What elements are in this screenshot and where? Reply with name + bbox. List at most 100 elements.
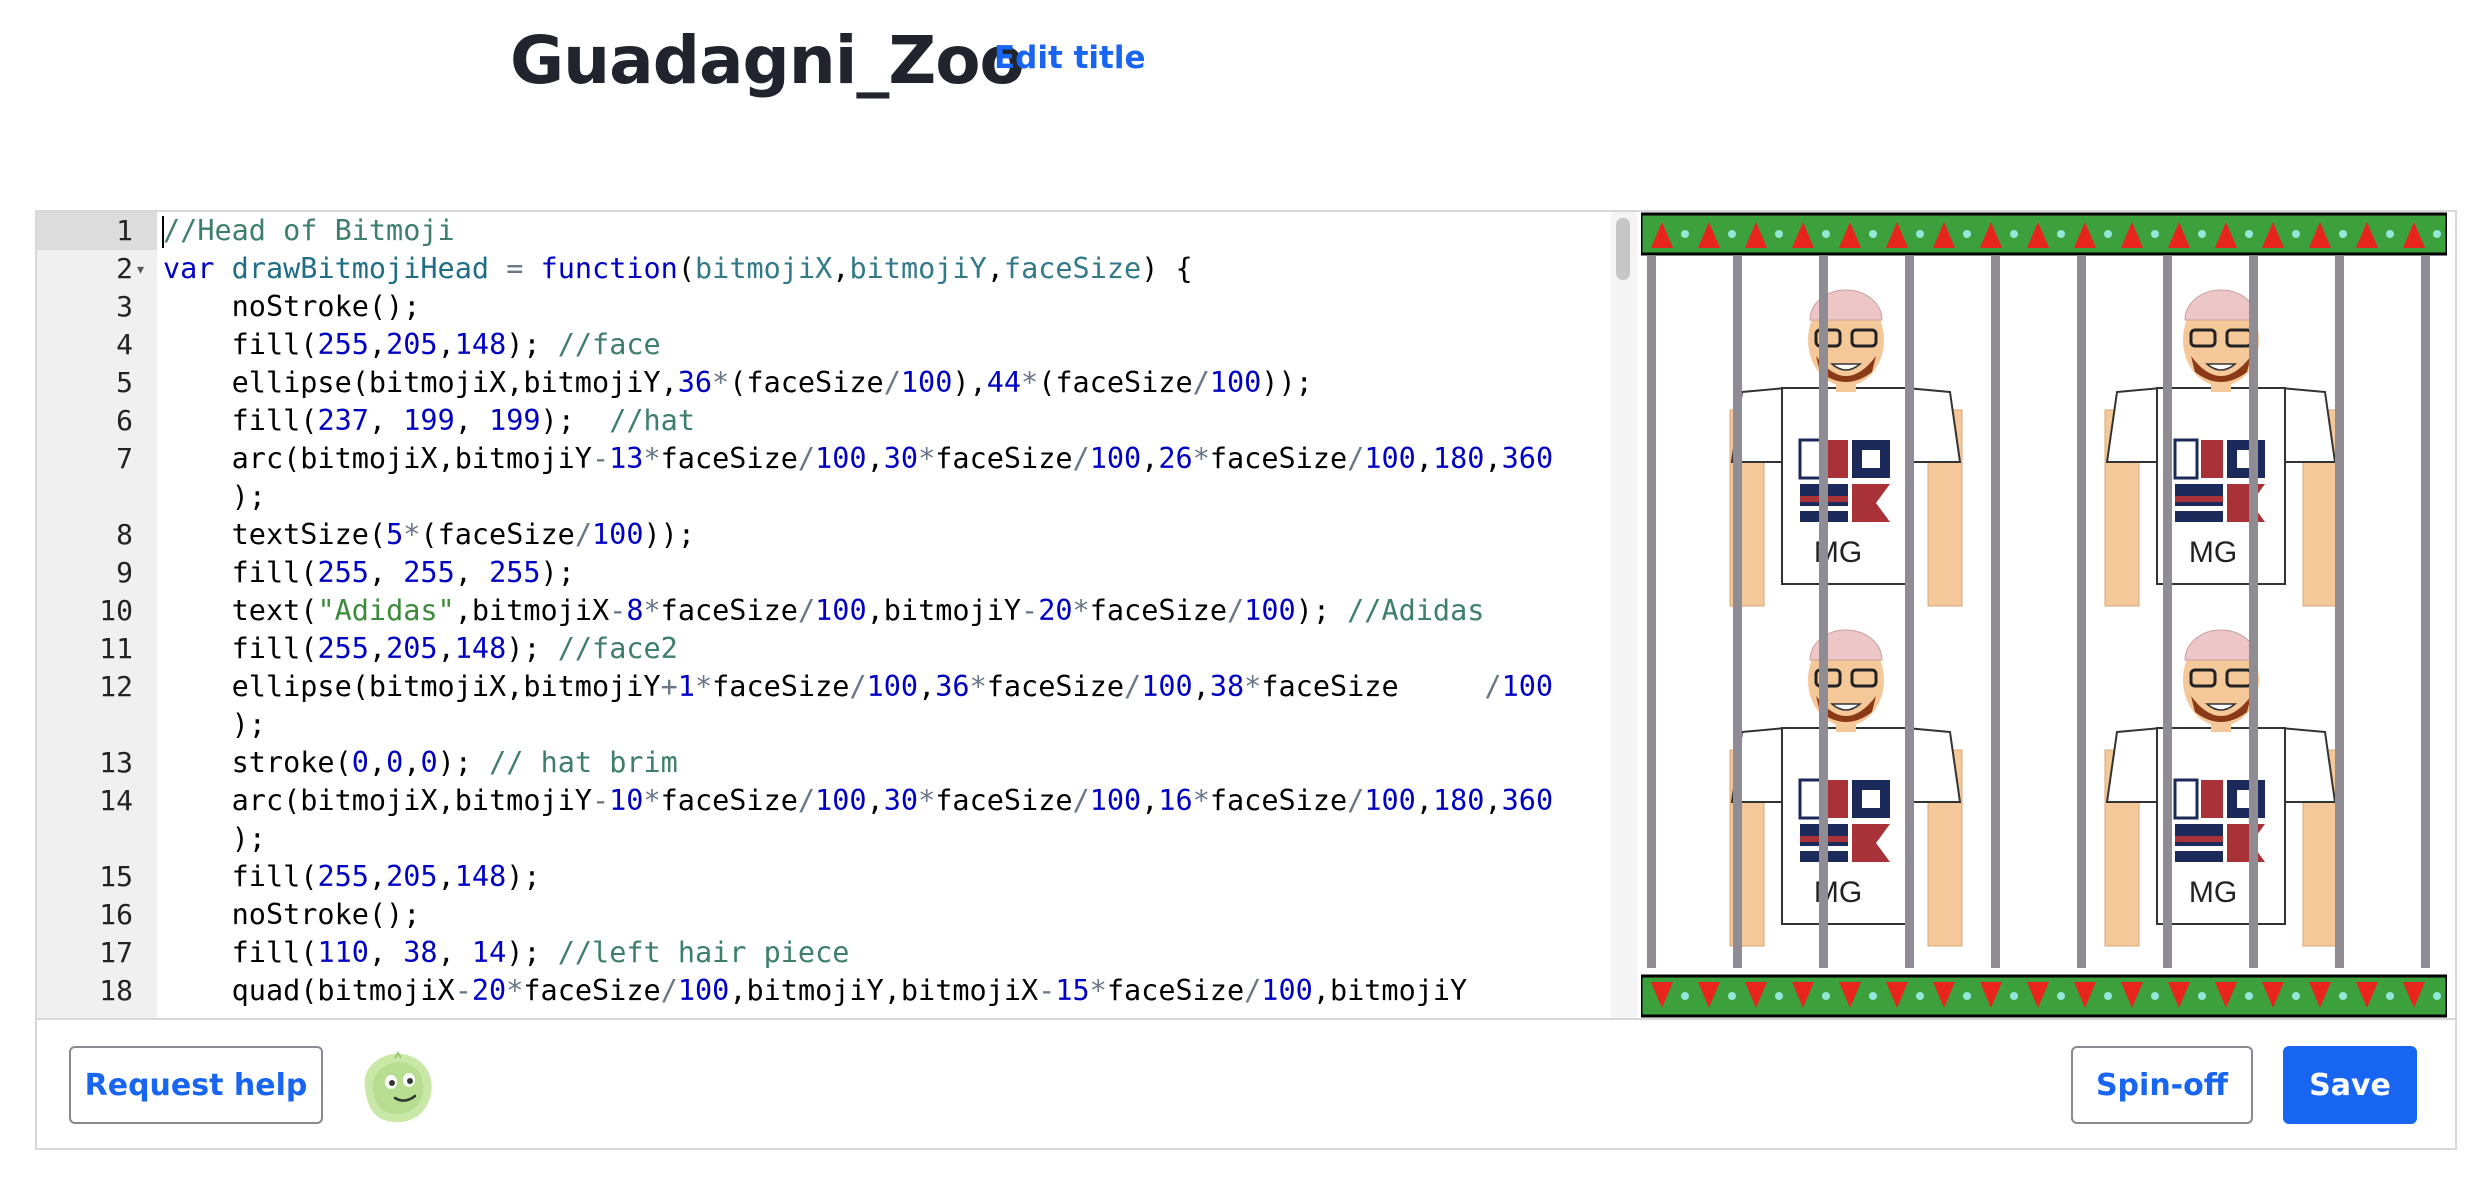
editor-scrollbar-thumb[interactable]: [1616, 218, 1630, 280]
code-token: ellipse(bitmojiX,bitmojiY,: [163, 366, 678, 399]
code-line[interactable]: quad(bitmojiX-20*faceSize/100,bitmojiY,b…: [163, 972, 1468, 1010]
code-line[interactable]: );: [163, 820, 266, 858]
code-token: 8: [626, 594, 644, 627]
program-output-canvas[interactable]: MG MG MG MG: [1639, 212, 2449, 1018]
code-token: ));: [1261, 366, 1313, 399]
code-token: 205: [386, 632, 438, 665]
code-token: faceSize: [935, 442, 1073, 475]
shirt-logo-block: [1862, 790, 1880, 808]
code-token: ,: [368, 632, 387, 665]
code-token: /: [660, 974, 678, 1007]
program-workspace: 1 2 ▾ 3 4 5 6 7 8 9 10 11 12 13 14 15 16 17 18 //Head of B…: [35, 210, 2457, 1150]
code-token: arc(bitmojiX,bitmojiY: [163, 784, 592, 817]
code-token: 14: [471, 936, 507, 969]
fold-chevron-icon[interactable]: ▾: [137, 250, 144, 288]
code-line[interactable]: fill(255,205,148); //face: [163, 326, 661, 364]
code-token: noStroke();: [163, 898, 421, 931]
save-button[interactable]: Save: [2283, 1046, 2417, 1124]
code-line[interactable]: textSize(5*(faceSize/100));: [163, 516, 695, 554]
code-token: faceSize: [986, 670, 1125, 703]
code-token: ,: [1192, 670, 1210, 703]
cage-bar: [2077, 256, 2086, 968]
border-dot: [2198, 230, 2206, 238]
code-line[interactable]: noStroke();: [163, 288, 421, 326]
code-line[interactable]: stroke(0,0,0); // hat brim: [163, 744, 678, 782]
code-token: 38: [1209, 670, 1245, 703]
request-help-button[interactable]: Request help: [69, 1046, 323, 1124]
code-line[interactable]: fill(255,205,148); //face2: [163, 630, 678, 668]
zoo-scene: MG MGMG MG: [1639, 212, 2449, 1018]
border-dot: [1775, 230, 1783, 238]
code-line[interactable]: fill(110, 38, 14); //left hair piece: [163, 934, 850, 972]
code-token: *: [918, 442, 936, 475]
code-token: *: [403, 518, 421, 551]
code-token: 13: [609, 442, 644, 475]
code-token: arc(bitmojiX,bitmojiY: [163, 442, 592, 475]
code-line[interactable]: fill(237, 199, 199); //hat: [163, 402, 695, 440]
border-dot: [1822, 992, 1830, 1000]
line-number: 7: [116, 442, 133, 475]
code-token: ,: [368, 404, 404, 437]
code-token: ) {: [1141, 252, 1193, 285]
code-token: -: [591, 442, 610, 475]
code-line[interactable]: text("Adidas",bitmojiX-8*faceSize/100,bi…: [163, 592, 1485, 630]
code-token: noStroke();: [163, 290, 421, 323]
code-token: *: [643, 784, 661, 817]
code-token: +: [660, 670, 678, 703]
bitmoji-sleeve: [2105, 386, 2162, 463]
line-number: 6: [116, 404, 133, 437]
code-line[interactable]: arc(bitmojiX,bitmojiY-10*faceSize/100,30…: [163, 782, 1553, 820]
code-token: //face: [557, 328, 661, 361]
code-token: /: [797, 442, 816, 475]
editor-scrollbar[interactable]: [1611, 212, 1637, 1018]
code-token: 100: [815, 784, 867, 817]
code-token: fill(: [163, 860, 318, 893]
border-dot: [2198, 992, 2206, 1000]
border-dot: [2010, 992, 2018, 1000]
code-token: 10: [609, 784, 644, 817]
border-dot: [1963, 992, 1971, 1000]
cage-bar: [2249, 256, 2258, 968]
code-token: ,: [1415, 784, 1433, 817]
line-number: 1: [37, 212, 157, 250]
code-line[interactable]: );: [163, 706, 266, 744]
code-token: );: [506, 632, 558, 665]
shirt-logo-block: [1798, 778, 1824, 820]
edit-title-link[interactable]: Edit title: [994, 40, 1146, 76]
code-token: 30: [883, 442, 919, 475]
code-token: -: [591, 784, 610, 817]
code-line[interactable]: ellipse(bitmojiX,bitmojiY,36*(faceSize/1…: [163, 364, 1313, 402]
code-line[interactable]: arc(bitmojiX,bitmojiY-13*faceSize/100,30…: [163, 440, 1553, 478]
cage-bar: [1905, 256, 1914, 968]
code-token: 100: [1501, 670, 1554, 703]
code-token: faceSize: [660, 784, 798, 817]
code-token: fill(: [163, 328, 318, 361]
code-token: 360: [1501, 442, 1554, 475]
code-token: ),: [952, 366, 987, 399]
code-editor[interactable]: 1 2 ▾ 3 4 5 6 7 8 9 10 11 12 13 14 15 16 17 18 //Head of B…: [37, 212, 1637, 1018]
code-token: ,: [1141, 442, 1159, 475]
code-token: ,: [454, 556, 490, 589]
code-line[interactable]: //Head of Bitmoji: [163, 212, 455, 250]
code-token: 360: [1501, 784, 1554, 817]
code-line[interactable]: fill(255, 255, 255);: [163, 554, 575, 592]
line-number: 12: [99, 670, 133, 703]
editor-toolbar: Request help Spin-off Save: [37, 1018, 2455, 1148]
bitmoji-sleeve: [1905, 386, 1962, 463]
code-line[interactable]: );: [163, 478, 266, 516]
border-dot: [1916, 230, 1924, 238]
code-line[interactable]: ellipse(bitmojiX,bitmojiY+1*faceSize/100…: [163, 668, 1553, 706]
code-token: ,: [368, 328, 387, 361]
code-token: bitmojiX: [695, 252, 833, 285]
code-token: ,: [437, 328, 455, 361]
code-line[interactable]: var drawBitmojiHead = function(bitmojiX,…: [163, 250, 1193, 288]
spin-off-button[interactable]: Spin-off: [2071, 1046, 2253, 1124]
shirt-logo-block: [1798, 438, 1824, 480]
code-token: 255: [317, 632, 369, 665]
border-dot: [2151, 230, 2159, 238]
code-token: 100: [1261, 974, 1313, 1007]
code-line[interactable]: fill(255,205,148);: [163, 858, 541, 896]
code-token: 199: [489, 404, 541, 437]
code-token: stroke(: [163, 746, 352, 779]
code-line[interactable]: noStroke();: [163, 896, 421, 934]
